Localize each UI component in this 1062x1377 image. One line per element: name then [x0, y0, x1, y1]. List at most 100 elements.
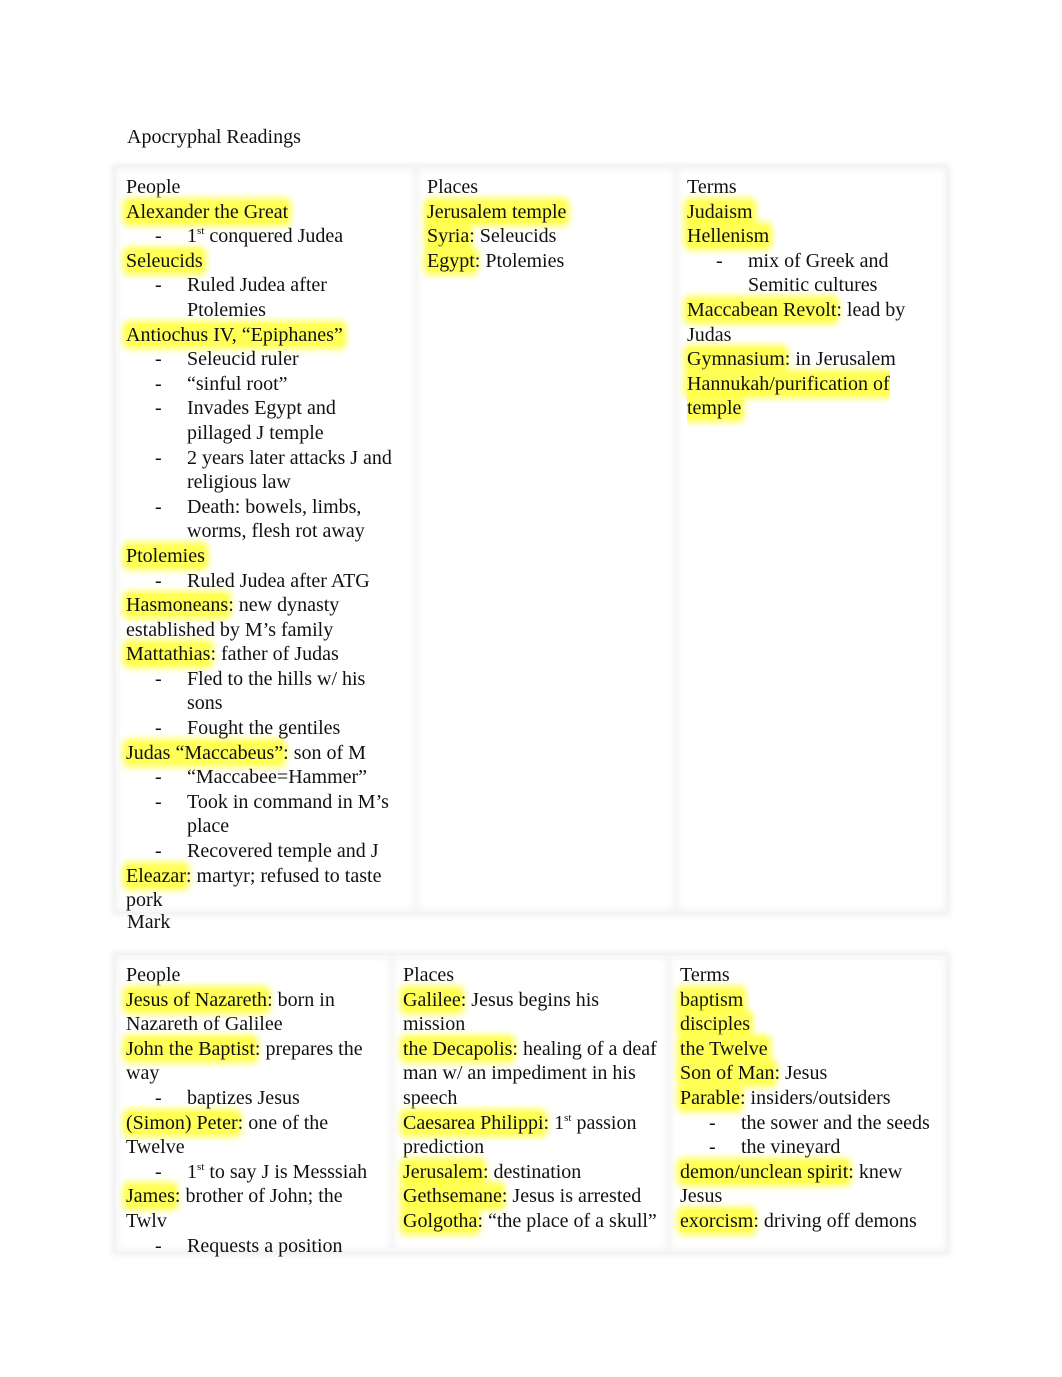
highlighted-term: Jerusalem temple	[427, 200, 567, 223]
entry: exorcism: driving off demons	[680, 1209, 942, 1234]
entry: Jerusalem temple	[427, 200, 672, 225]
entry-description: : Jesus is arrested	[501, 1185, 642, 1208]
note-text: Took in command in M’s place	[187, 790, 389, 838]
people-column: People Alexander the Great -1st conquered …	[115, 167, 416, 912]
entry: Syria: Seleucids	[427, 224, 672, 249]
entry-description: : destination	[482, 1160, 582, 1183]
entry: Jerusalem: destination	[403, 1160, 665, 1185]
dash-bullet-icon: -	[709, 1111, 716, 1134]
entry: Judas “Maccabeus”: son of M	[126, 741, 401, 766]
bullet-note: - Ruled Judea after Ptolemies	[126, 273, 401, 322]
highlighted-term: John the Baptist	[126, 1037, 255, 1060]
bullet-note: -1st conquered Judea	[126, 224, 401, 249]
entry: Hannukah/purification of temple	[687, 372, 917, 421]
entry-description: : insiders/outsiders	[739, 1086, 891, 1109]
entry: Caesarea Philippi: 1st passion predictio…	[403, 1111, 665, 1160]
note-text: the sower and the seeds	[741, 1111, 930, 1134]
entry: James: brother of John; the Twlv	[126, 1184, 388, 1233]
entry-description: : son of M	[283, 741, 366, 764]
column-header: Terms	[680, 964, 730, 986]
highlighted-term: Golgotha	[403, 1209, 478, 1232]
places-column: Places Jerusalem temple Syria: Seleucids Eg…	[416, 167, 676, 912]
entry: Eleazar: martyr; refused to taste pork	[126, 864, 401, 913]
highlighted-term: Alexander the Great	[126, 200, 289, 223]
note-text: Seleucid ruler	[187, 348, 299, 371]
highlighted-term: exorcism	[680, 1209, 754, 1232]
column-header: Places	[427, 176, 479, 198]
bullet-note: - Seleucid ruler	[126, 347, 401, 372]
note-text: Ruled Judea after Ptolemies	[187, 274, 327, 321]
page-title: Apocryphal Readings	[127, 126, 301, 148]
dash-bullet-icon: -	[155, 372, 162, 395]
entry: Gymnasium: in Jerusalem	[687, 347, 917, 372]
column-header: Terms	[687, 176, 737, 198]
bullet-note: - 2 years later attacks J and religious l…	[126, 446, 401, 495]
bullet-note: - Death: bowels, limbs, worms, flesh rot …	[126, 495, 401, 544]
highlighted-term: Maccabean Revolt	[687, 298, 837, 321]
highlighted-term: Galilee	[403, 988, 461, 1011]
entry: Hasmoneans: new dynasty established by M…	[126, 593, 401, 642]
mark-terms-column: Terms baptism disciples the Twelve Son of Ma…	[669, 955, 947, 1252]
dash-bullet-icon: -	[155, 446, 162, 469]
highlighted-term: Ptolemies	[126, 544, 205, 567]
dash-bullet-icon: -	[709, 1136, 716, 1159]
note-number: 1	[187, 1160, 197, 1183]
entry-description: : in Jerusalem	[784, 348, 896, 371]
highlighted-term: Jerusalem	[403, 1160, 483, 1183]
terms-column: Terms Judaism Hellenism - mix of Greek and S…	[676, 167, 947, 912]
bullet-note: - Invades Egypt and pillaged J temple	[126, 396, 401, 445]
entry-description: : father of Judas	[210, 643, 339, 666]
entry: Antiochus IV, “Epiphanes”	[126, 323, 401, 348]
highlighted-term: Antiochus IV, “Epiphanes”	[126, 323, 343, 346]
column-header: Places	[403, 964, 455, 986]
bullet-note: -1st to say J is Messsiah	[126, 1160, 388, 1185]
highlighted-term: baptism	[680, 988, 744, 1011]
places-list: Places Jerusalem temple Syria: Seleucids Eg…	[427, 175, 672, 273]
highlighted-term: Jesus of Nazareth	[126, 988, 268, 1011]
note-text: “sinful root”	[187, 372, 288, 395]
entry: Golgotha: “the place of a skull”	[403, 1209, 665, 1234]
highlighted-term: Hellenism	[687, 225, 770, 248]
entry: Galilee: Jesus begins his mission	[403, 988, 665, 1037]
bullet-note: - Requests a position	[126, 1234, 388, 1259]
entry: disciples	[680, 1012, 942, 1037]
dash-bullet-icon: -	[716, 249, 723, 272]
entry: Egypt: Ptolemies	[427, 249, 672, 274]
mark-table: People Jesus of Nazareth: born in Nazaret…	[115, 955, 947, 1257]
bullet-note: - the sower and the seeds	[680, 1111, 942, 1136]
dash-bullet-icon: -	[155, 225, 162, 248]
note-text: Requests a position	[187, 1234, 343, 1257]
highlighted-term: the Twelve	[680, 1037, 768, 1060]
entry-description: : driving off demons	[753, 1209, 917, 1232]
note-text: Invades Egypt and pillaged J temple	[187, 397, 336, 444]
entry: (Simon) Peter: one of the Twelve	[126, 1111, 388, 1160]
dash-bullet-icon: -	[155, 569, 162, 592]
dash-bullet-icon: -	[155, 1086, 162, 1109]
entry: Maccabean Revolt: lead by Judas	[687, 298, 917, 347]
note-text: to say J is Messsiah	[204, 1160, 368, 1183]
highlighted-term: Hasmoneans	[126, 594, 229, 617]
bullet-note: - Ruled Judea after ATG	[126, 569, 401, 594]
entry-description: : Seleucids	[469, 225, 557, 248]
people-list: People Alexander the Great -1st conquered …	[126, 175, 401, 913]
note-text: Fought the gentiles	[187, 717, 341, 740]
entry: Gethsemane: Jesus is arrested	[403, 1184, 665, 1209]
highlighted-term: Egypt	[427, 249, 475, 272]
bullet-note: - Fled to the hills w/ his sons	[126, 667, 401, 716]
dash-bullet-icon: -	[155, 397, 162, 420]
entry: Hellenism	[687, 224, 917, 249]
highlighted-term: Eleazar	[126, 864, 186, 887]
note-text: Death: bowels, limbs, worms, flesh rot a…	[187, 495, 365, 543]
dash-bullet-icon: -	[155, 348, 162, 371]
highlighted-term: Hannukah/purification of temple	[687, 372, 890, 420]
highlighted-term: the Decapolis	[403, 1037, 513, 1060]
bullet-note: - “sinful root”	[126, 372, 401, 397]
entry: baptism	[680, 988, 942, 1013]
dash-bullet-icon: -	[155, 717, 162, 740]
dash-bullet-icon: -	[155, 1160, 162, 1183]
entry: Mattathias: father of Judas	[126, 642, 401, 667]
note-text: Ruled Judea after ATG	[187, 569, 370, 592]
mark-people-column: People Jesus of Nazareth: born in Nazaret…	[115, 955, 392, 1257]
section-label-mark: Mark	[127, 911, 171, 933]
note-text: conquered Judea	[204, 225, 344, 248]
